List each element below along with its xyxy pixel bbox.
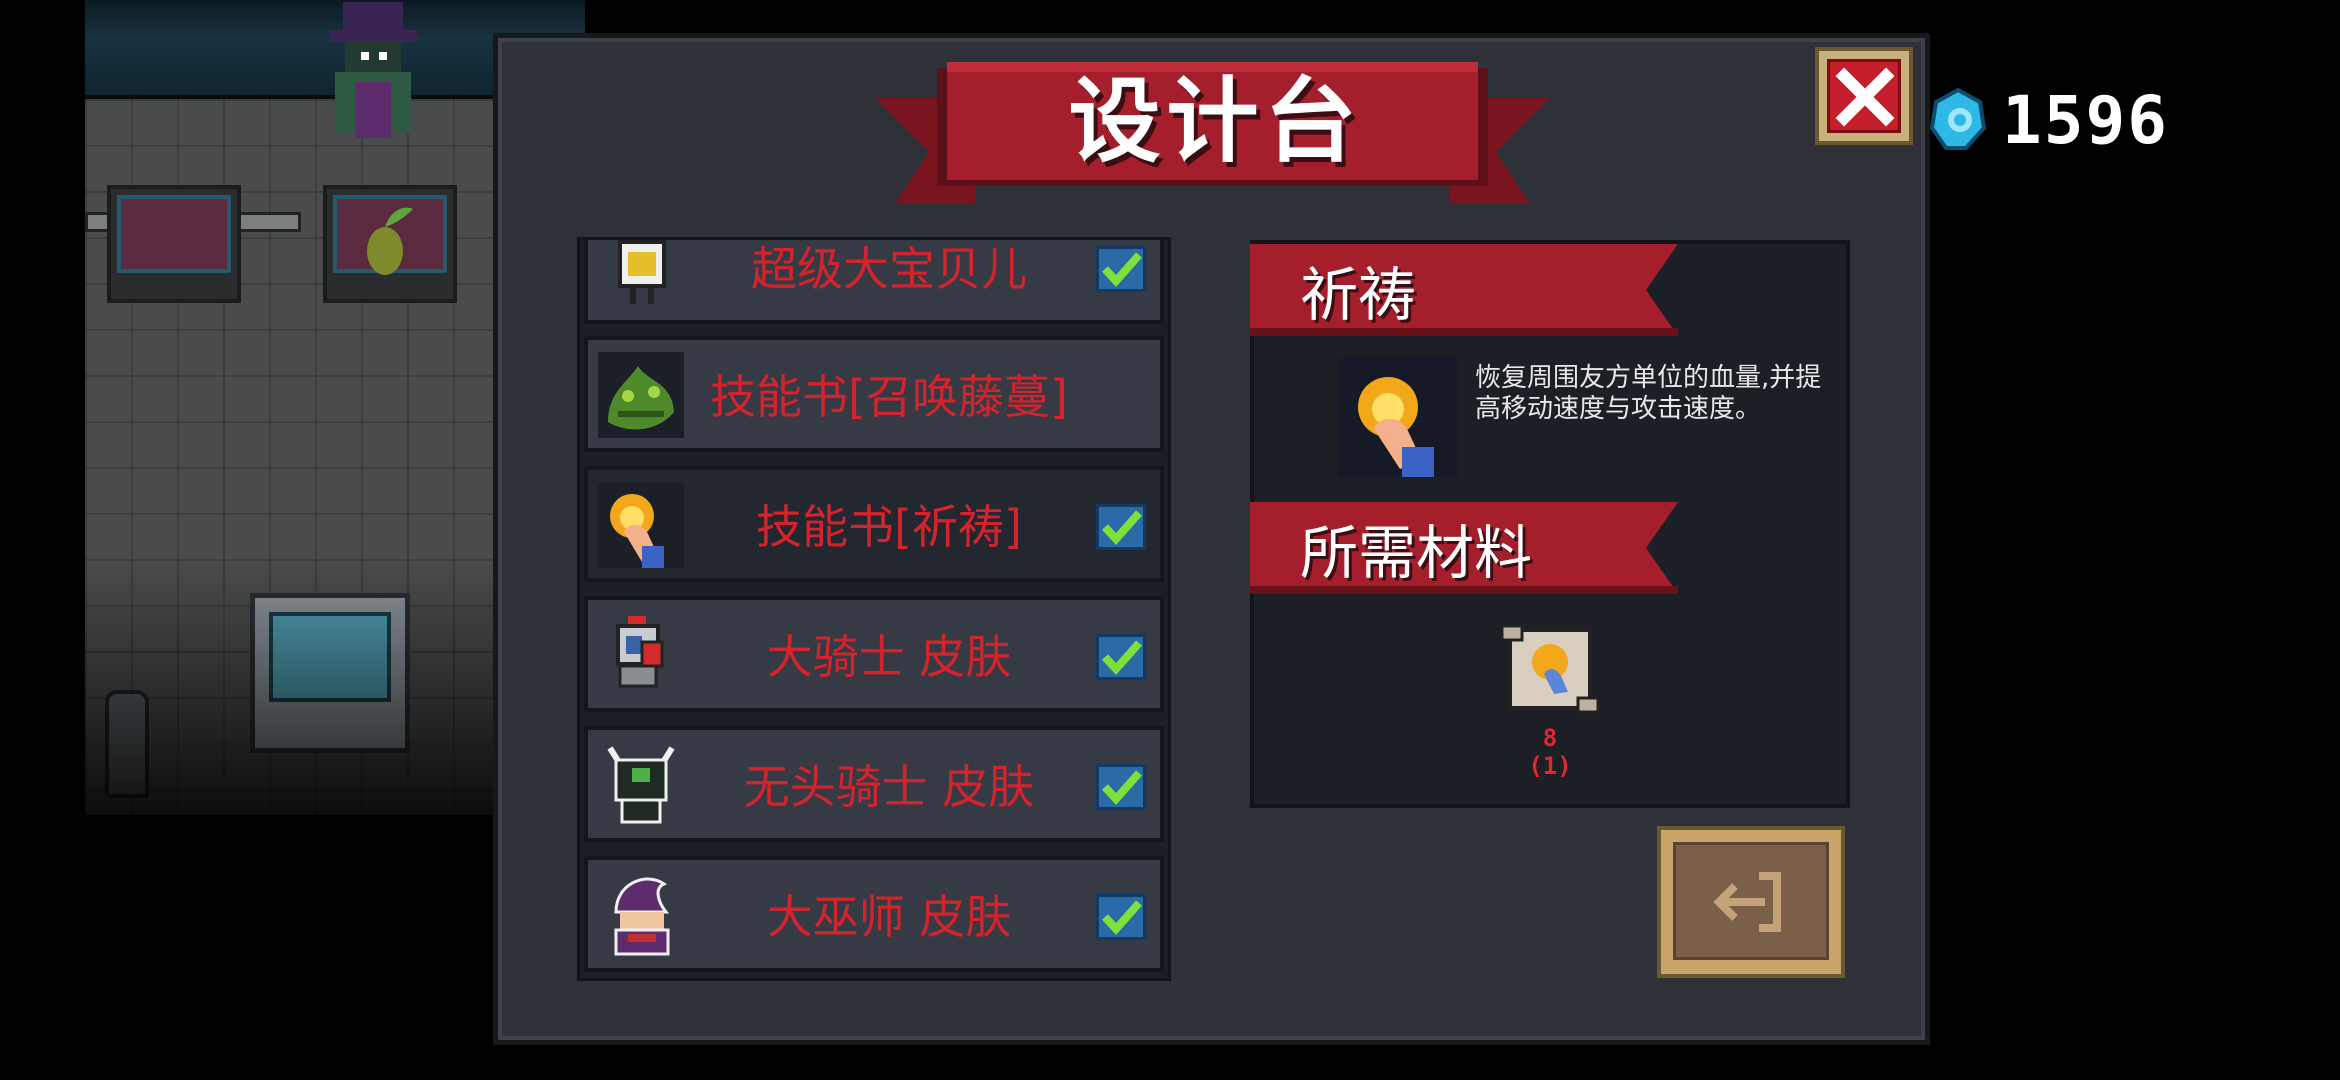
- exit-door-icon: [1713, 872, 1781, 932]
- gem-counter: 1596: [1930, 80, 2169, 160]
- recipe-label: 无头骑士 皮肤: [743, 760, 1035, 814]
- close-button[interactable]: [1815, 47, 1913, 145]
- detail-title: 祈祷: [1300, 261, 1417, 329]
- unlocked-check-icon: [1096, 504, 1146, 550]
- recipe-label: 技能书[祈祷]: [756, 500, 1022, 554]
- material-owned: 8: [1542, 724, 1558, 752]
- close-x-icon: [1835, 67, 1895, 127]
- knight-skin-icon: [616, 616, 664, 688]
- wizard-skin-icon: [614, 877, 670, 956]
- unlocked-check-icon: [1096, 634, 1146, 680]
- seed-pedestal: [323, 185, 457, 303]
- baby-robot-icon: [618, 240, 666, 304]
- unlocked-check-icon: [1096, 894, 1146, 940]
- recipe-label: 超级大宝贝儿: [751, 242, 1027, 296]
- recipe-item-prayer[interactable]: 技能书[祈祷]: [584, 466, 1164, 582]
- page-title: 设计台: [1068, 67, 1363, 175]
- recipe-item-headless-knight-skin[interactable]: 无头骑士 皮肤: [584, 726, 1164, 842]
- unlocked-check-icon: [1096, 764, 1146, 810]
- material-count: 8 (1): [1520, 724, 1580, 780]
- headless-knight-skin-icon: [607, 746, 675, 824]
- recipe-label: 大巫师 皮肤: [766, 890, 1012, 944]
- wizard-npc: [329, 2, 417, 138]
- materials-heading: 所需材料: [1300, 519, 1533, 587]
- material-required: (1): [1528, 752, 1572, 780]
- display-pedestal: [107, 185, 241, 303]
- praying-hand-fire-icon: [598, 482, 684, 568]
- vine-monster-icon: [598, 352, 684, 438]
- prayer-scroll-icon: [1500, 624, 1600, 714]
- recipe-item-summon-vine[interactable]: 技能书[召唤藤蔓]: [584, 336, 1164, 452]
- recipe-label: 大骑士 皮肤: [766, 630, 1012, 684]
- recipe-item-wizard-skin[interactable]: 大巫师 皮肤: [584, 856, 1164, 972]
- gem-count: 1596: [2002, 81, 2169, 159]
- recipe-item-super-baby[interactable]: 超级大宝贝儿: [584, 240, 1164, 324]
- blue-gem-icon: [1930, 88, 1986, 150]
- praying-hand-fire-icon: [1338, 357, 1458, 477]
- craft-exit-button[interactable]: [1657, 826, 1845, 978]
- recipe-list[interactable]: 超级大宝贝儿 技能书[召唤藤蔓] 技能书[祈祷] 大骑士 皮肤 无头骑士 皮肤 …: [577, 237, 1171, 981]
- recipe-item-knight-skin[interactable]: 大骑士 皮肤: [584, 596, 1164, 712]
- unlocked-check-icon: [1096, 246, 1146, 292]
- seed-icon: [367, 207, 413, 275]
- recipe-label: 技能书[召唤藤蔓]: [710, 370, 1068, 424]
- detail-description: 恢复周围友方单位的血量,并提高移动速度与攻击速度。: [1475, 363, 1822, 424]
